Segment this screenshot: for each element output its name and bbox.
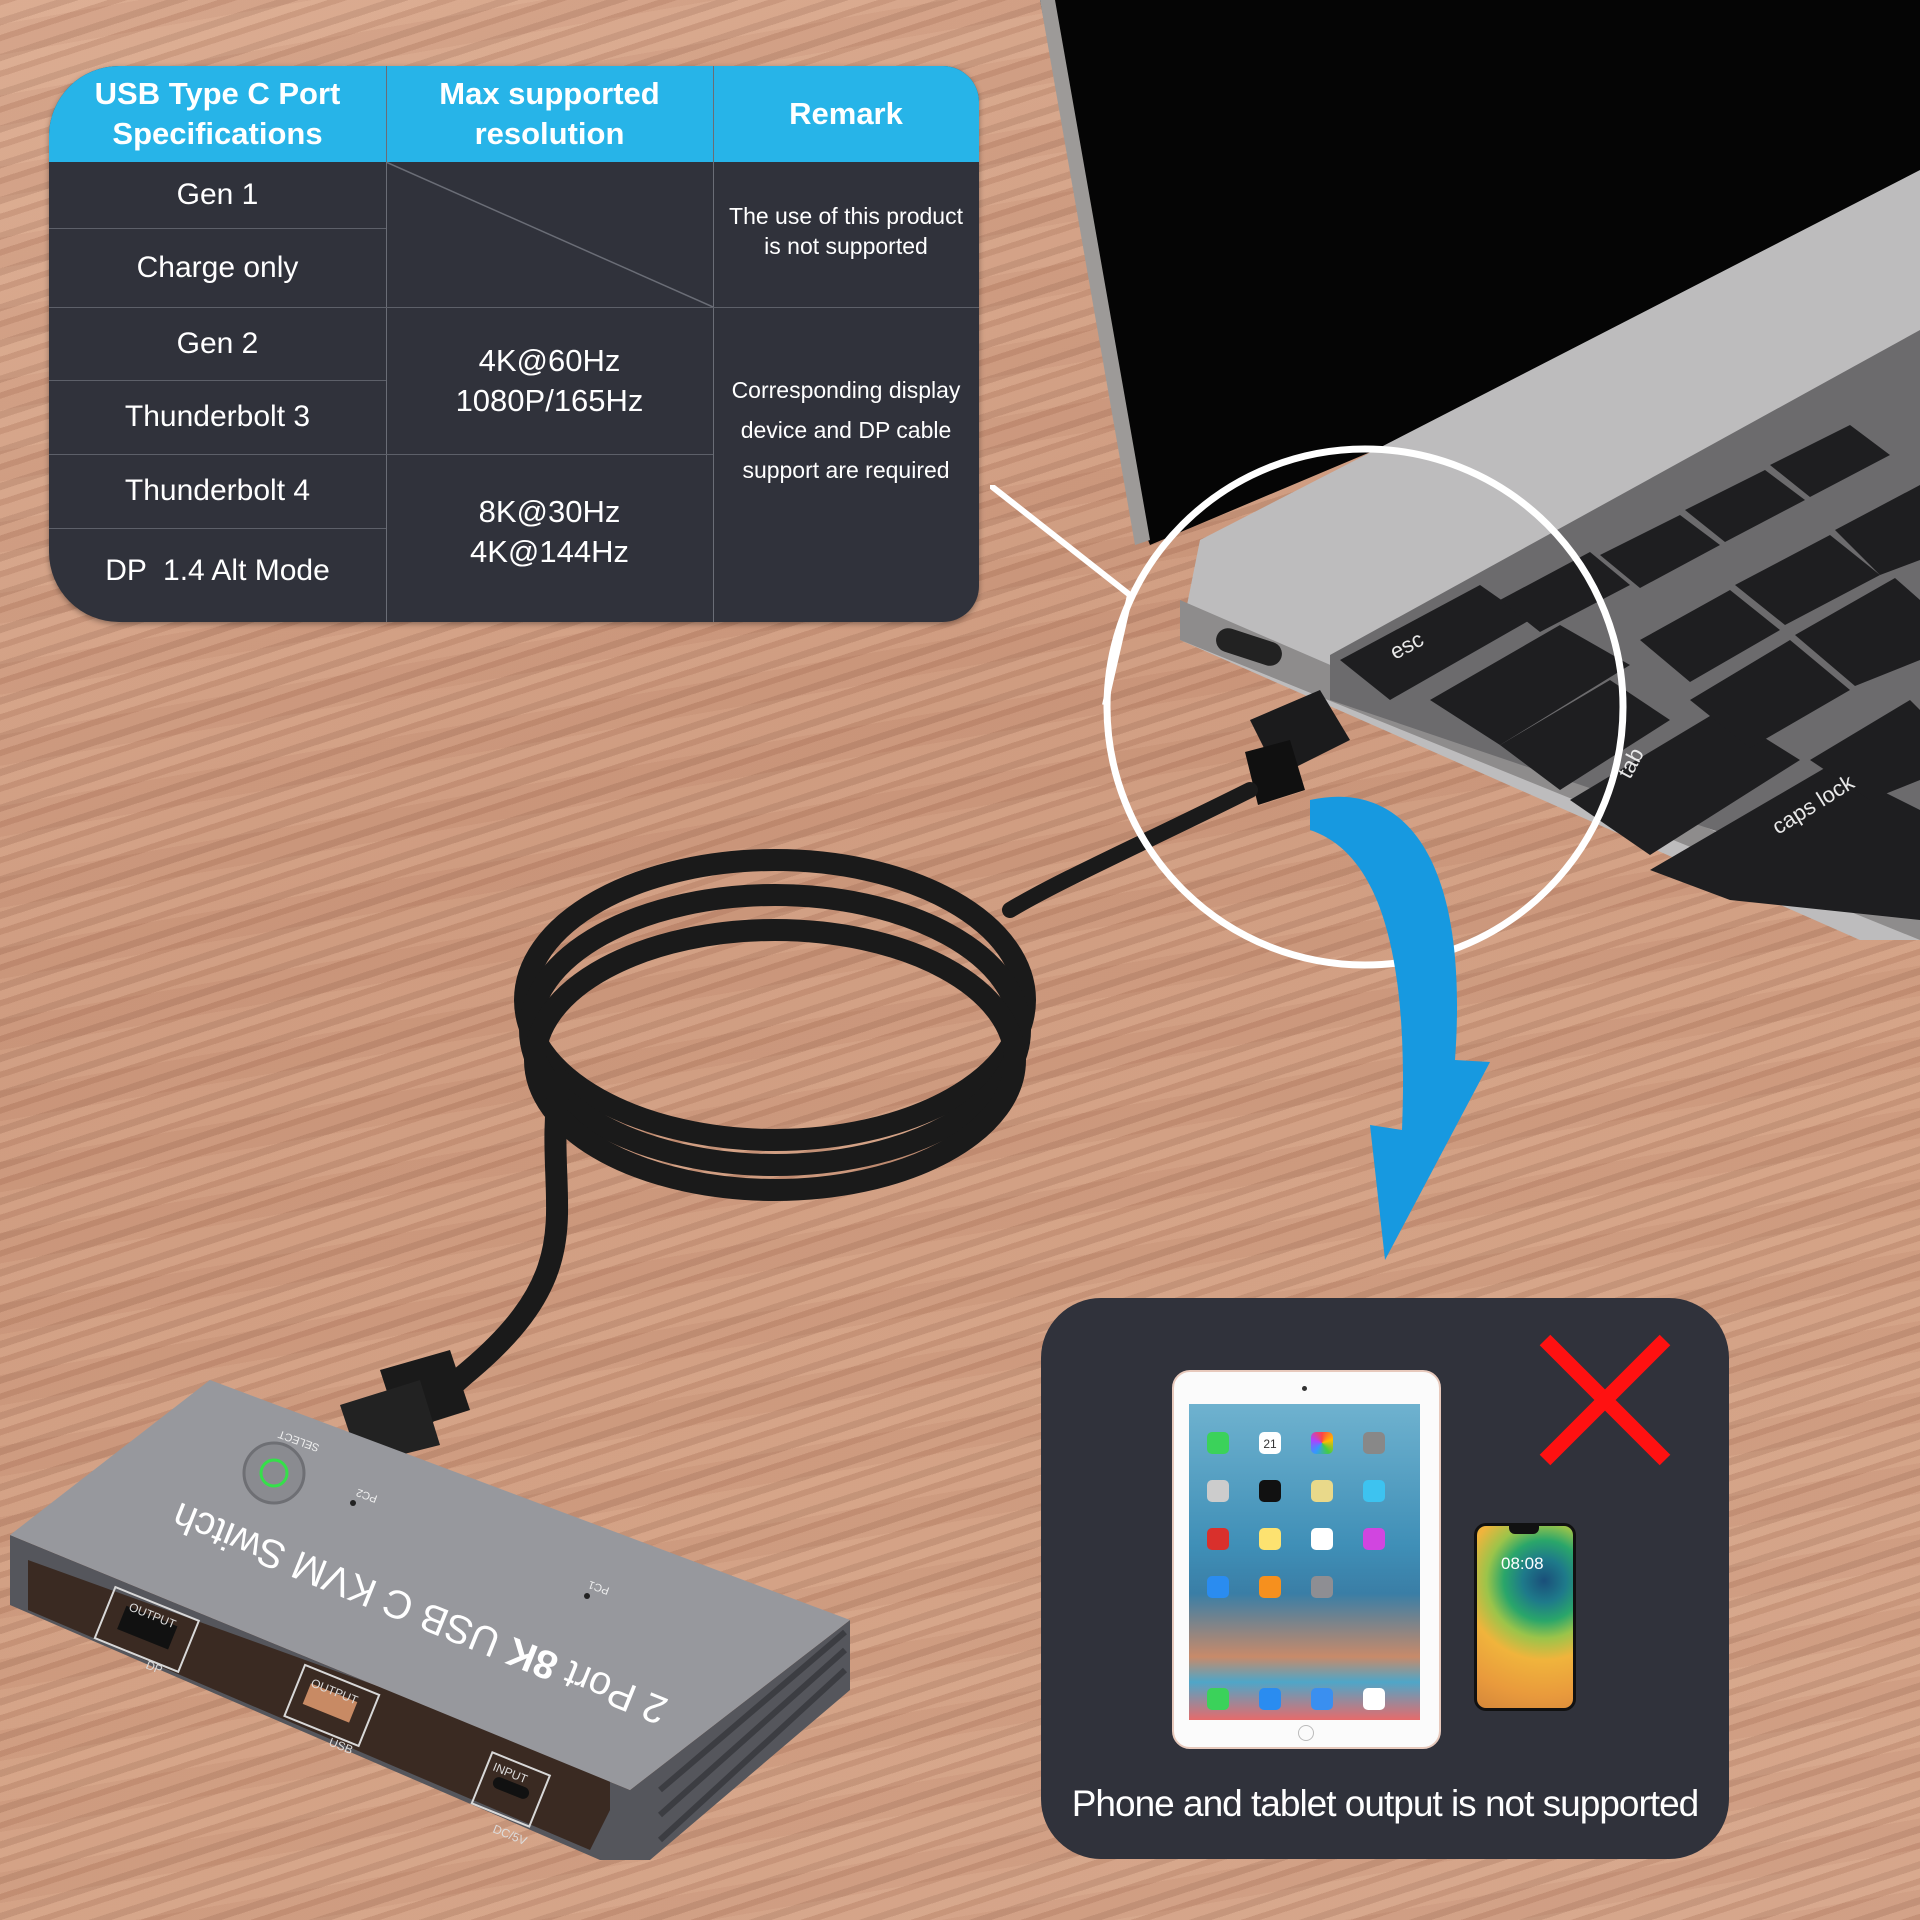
app-icon-maps bbox=[1311, 1480, 1333, 1502]
dock-icon-music bbox=[1363, 1688, 1385, 1710]
usb-c-spec-table: USB Type C Port Specifications Max suppo… bbox=[49, 66, 979, 622]
app-icon-reminders bbox=[1311, 1528, 1333, 1550]
header-max-resolution-line1: Max supported bbox=[439, 76, 660, 111]
phone-screen: 08:08 bbox=[1477, 1526, 1573, 1708]
kvm-switch-device: SELECT PC2 PC1 2 Port 8K USB C KVM Switc… bbox=[10, 1380, 850, 1860]
tablet-screen: 21 bbox=[1189, 1404, 1420, 1720]
header-port-spec: USB Type C Port Specifications bbox=[49, 66, 386, 162]
select-button[interactable] bbox=[242, 1441, 306, 1505]
app-icon-clock bbox=[1259, 1480, 1281, 1502]
app-icon-settings bbox=[1311, 1576, 1333, 1598]
port-spec-thunderbolt3: Thunderbolt 3 bbox=[124, 400, 311, 433]
tablet-app-grid: 21 bbox=[1207, 1432, 1385, 1598]
port-spec-charge-only: Charge only bbox=[136, 250, 299, 284]
remark-line: is not supported bbox=[764, 232, 928, 259]
resolution-line: 4K@144Hz bbox=[470, 534, 629, 569]
magnifier-circle bbox=[1103, 445, 1627, 969]
app-icon-facetime bbox=[1207, 1432, 1229, 1454]
header-max-resolution-line2: resolution bbox=[474, 116, 625, 151]
header-remark-text: Remark bbox=[789, 96, 903, 131]
port-spec-thunderbolt4: Thunderbolt 4 bbox=[124, 474, 311, 507]
port-spec-dp-alt-mode: DP 1.4 Alt Mode bbox=[105, 554, 330, 587]
not-supported-x-icon bbox=[1539, 1334, 1671, 1466]
app-icon-appstore bbox=[1207, 1576, 1229, 1598]
app-icon-itunes bbox=[1363, 1528, 1385, 1550]
not-applicable-diagonal bbox=[386, 162, 713, 307]
header-remark: Remark bbox=[713, 66, 979, 162]
port-spec-gen2: Gen 2 bbox=[176, 326, 259, 360]
no-mobile-output-panel: 21 08:08 Phone and tablet output is not … bbox=[1041, 1298, 1729, 1859]
remark-line: The use of this product bbox=[729, 202, 963, 229]
callout-pointer bbox=[990, 485, 1134, 706]
remark-line: device and DP cable bbox=[740, 416, 952, 443]
tablet-camera bbox=[1302, 1386, 1307, 1391]
app-icon-contacts bbox=[1207, 1480, 1229, 1502]
tablet-illustration: 21 bbox=[1172, 1370, 1441, 1749]
remark-display-required: Corresponding display device and DP cabl… bbox=[713, 307, 979, 622]
resolution-gen2-tb3: 4K@60Hz 1080P/165Hz bbox=[386, 307, 713, 454]
resolution-line: 1080P/165Hz bbox=[455, 382, 644, 418]
blue-arrow bbox=[1310, 796, 1490, 1260]
remark-line: support are required bbox=[742, 456, 950, 483]
tablet-home-button bbox=[1298, 1725, 1314, 1741]
app-icon-calendar: 21 bbox=[1259, 1432, 1281, 1454]
resolution-line: 8K@30Hz bbox=[478, 494, 621, 529]
app-icon-photobooth bbox=[1207, 1528, 1229, 1550]
app-icon-photos bbox=[1311, 1432, 1333, 1454]
resolution-line: 4K@60Hz bbox=[478, 342, 621, 378]
app-icon-notes bbox=[1259, 1528, 1281, 1550]
dock-icon-mail bbox=[1311, 1688, 1333, 1710]
phone-clock: 08:08 bbox=[1501, 1554, 1544, 1573]
header-port-spec-line1: USB Type C Port bbox=[94, 76, 341, 111]
header-max-resolution: Max supported resolution bbox=[386, 66, 713, 162]
app-icon-videos bbox=[1363, 1480, 1385, 1502]
pc1-led bbox=[584, 1593, 590, 1599]
port-spec-gen1: Gen 1 bbox=[176, 178, 259, 211]
remark-not-supported: The use of this product is not supported bbox=[713, 162, 979, 307]
app-icon-ibooks bbox=[1259, 1576, 1281, 1598]
header-port-spec-line2: Specifications bbox=[112, 116, 323, 151]
phone-illustration: 08:08 bbox=[1474, 1523, 1576, 1711]
tablet-dock bbox=[1207, 1688, 1385, 1710]
resolution-tb4-dp: 8K@30Hz 4K@144Hz bbox=[386, 454, 713, 622]
no-mobile-caption: Phone and tablet output is not supported bbox=[1071, 1783, 1700, 1824]
dock-icon-safari bbox=[1259, 1688, 1281, 1710]
phone-notch bbox=[1509, 1526, 1539, 1534]
remark-line: Corresponding display bbox=[731, 376, 961, 403]
app-icon-camera bbox=[1363, 1432, 1385, 1454]
pc2-led bbox=[350, 1500, 356, 1506]
dock-icon-messages bbox=[1207, 1688, 1229, 1710]
